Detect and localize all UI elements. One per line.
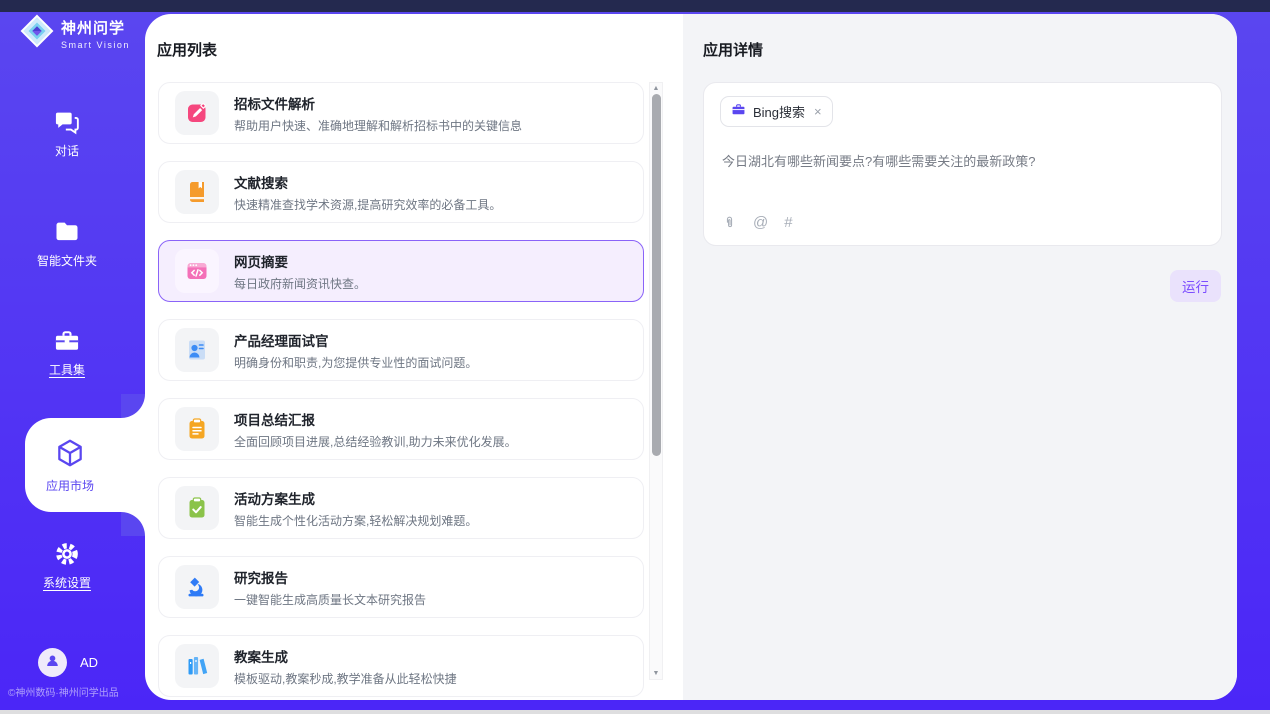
sidebar-item-system-settings[interactable]: 系统设置 — [17, 540, 117, 592]
microscope-icon — [175, 565, 219, 609]
user-row[interactable]: AD — [38, 648, 98, 677]
browser-code-icon — [175, 249, 219, 293]
active-bump-fillet-bottom — [121, 512, 145, 536]
app-description: 帮助用户快速、准确地理解和解析招标书中的关键信息 — [234, 117, 522, 134]
logo-diamond-icon — [20, 14, 54, 53]
sidebar-item-toolset[interactable]: 工具集 — [17, 327, 117, 379]
app-detail-title: 应用详情 — [703, 39, 763, 60]
sidebar-item-label: 应用市场 — [46, 477, 94, 494]
prompt-card[interactable]: Bing搜索 × 今日湖北有哪些新闻要点?有哪些需要关注的最新政策? @ # — [703, 82, 1222, 246]
app-list-scrollbar[interactable]: ▲ ▼ — [649, 82, 663, 680]
sidebar-item-label: 智能文件夹 — [37, 252, 97, 269]
app-description: 每日政府新闻资讯快查。 — [234, 275, 366, 292]
sidebar-item-app-market[interactable]: 应用市场 — [25, 418, 145, 512]
prompt-toolbar: @ # — [722, 213, 793, 232]
clipboard-check-icon — [175, 486, 219, 530]
app-card-texts: 项目总结汇报全面回顾项目进展,总结经验教训,助力未来优化发展。 — [234, 409, 517, 450]
paperclip-icon[interactable] — [722, 213, 737, 232]
cube-icon — [54, 437, 86, 474]
sidebar-item-label: 系统设置 — [43, 574, 91, 591]
clipboard-icon — [175, 407, 219, 451]
books-icon — [175, 644, 219, 688]
interview-icon — [175, 328, 219, 372]
app-card-texts: 文献搜索快速精准查找学术资源,提高研究效率的必备工具。 — [234, 172, 501, 213]
app-description: 模板驱动,教案秒成,教学准备从此轻松快捷 — [234, 670, 457, 687]
app-card[interactable]: 活动方案生成智能生成个性化活动方案,轻松解决规划难题。 — [158, 477, 644, 539]
app-card-texts: 招标文件解析帮助用户快速、准确地理解和解析招标书中的关键信息 — [234, 93, 522, 134]
folder-icon — [17, 218, 117, 248]
app-card-texts: 活动方案生成智能生成个性化活动方案,轻松解决规划难题。 — [234, 488, 477, 529]
edit-icon — [175, 91, 219, 135]
at-mention-icon[interactable]: @ — [753, 215, 768, 230]
app-list-title: 应用列表 — [157, 39, 217, 60]
chat-icon — [17, 108, 117, 138]
app-name: 招标文件解析 — [234, 93, 522, 113]
app-card-texts: 研究报告一键智能生成高质量长文本研究报告 — [234, 567, 426, 608]
app-card[interactable]: 产品经理面试官明确身份和职责,为您提供专业性的面试问题。 — [158, 319, 644, 381]
app-description: 全面回顾项目进展,总结经验教训,助力未来优化发展。 — [234, 433, 517, 450]
sidebar-item-label: 对话 — [55, 142, 79, 159]
scroll-up-arrow[interactable]: ▲ — [650, 85, 662, 92]
app-card-texts: 网页摘要每日政府新闻资讯快查。 — [234, 251, 366, 292]
brand-subtitle: Smart Vision — [61, 40, 130, 50]
person-icon — [44, 652, 61, 674]
sidebar-item-smart-folder[interactable]: 智能文件夹 — [17, 218, 117, 270]
app-root: 神州问学 Smart Vision 对话智能文件夹工具集应用市场系统设置 AD … — [0, 0, 1270, 714]
avatar[interactable] — [38, 648, 67, 677]
app-card-texts: 产品经理面试官明确身份和职责,为您提供专业性的面试问题。 — [234, 330, 477, 371]
hash-tag-icon[interactable]: # — [784, 215, 792, 230]
app-description: 一键智能生成高质量长文本研究报告 — [234, 591, 426, 608]
app-name: 网页摘要 — [234, 251, 366, 271]
scrollbar-thumb[interactable] — [652, 94, 661, 456]
sidebar-footer-text: ©神州数码·神州问学出品 — [8, 684, 143, 699]
app-description: 快速精准查找学术资源,提高研究效率的必备工具。 — [234, 196, 501, 213]
scroll-down-arrow[interactable]: ▼ — [650, 670, 662, 677]
briefcase-icon — [731, 102, 746, 122]
gear-icon — [17, 540, 117, 570]
app-description: 智能生成个性化活动方案,轻松解决规划难题。 — [234, 512, 477, 529]
app-name: 研究报告 — [234, 567, 426, 587]
app-card[interactable]: 项目总结汇报全面回顾项目进展,总结经验教训,助力未来优化发展。 — [158, 398, 644, 460]
app-card[interactable]: 网页摘要每日政府新闻资讯快查。 — [158, 240, 644, 302]
toolbox-icon — [17, 327, 117, 357]
app-name: 产品经理面试官 — [234, 330, 477, 350]
tool-tag-bing-search[interactable]: Bing搜索 × — [720, 96, 833, 127]
sidebar-item-chat[interactable]: 对话 — [17, 108, 117, 160]
run-button[interactable]: 运行 — [1170, 270, 1221, 302]
prompt-input[interactable]: 今日湖北有哪些新闻要点?有哪些需要关注的最新政策? — [722, 151, 1202, 170]
sidebar-item-label: 工具集 — [49, 361, 85, 378]
app-detail-panel: 应用详情 Bing搜索 × 今日湖北有哪些新闻要点?有哪些需要关注的最新政策? … — [683, 14, 1237, 700]
bottom-frame-strip — [0, 710, 1270, 714]
app-card[interactable]: 研究报告一键智能生成高质量长文本研究报告 — [158, 556, 644, 618]
app-card[interactable]: 文献搜索快速精准查找学术资源,提高研究效率的必备工具。 — [158, 161, 644, 223]
app-name: 文献搜索 — [234, 172, 501, 192]
app-description: 明确身份和职责,为您提供专业性的面试问题。 — [234, 354, 477, 371]
app-name: 活动方案生成 — [234, 488, 477, 508]
app-list: 招标文件解析帮助用户快速、准确地理解和解析招标书中的关键信息文献搜索快速精准查找… — [158, 82, 646, 697]
active-bump-fillet-top — [121, 394, 145, 418]
app-name: 项目总结汇报 — [234, 409, 517, 429]
book-icon — [175, 170, 219, 214]
brand-logo: 神州问学 Smart Vision — [20, 14, 130, 53]
app-name: 教案生成 — [234, 646, 457, 666]
user-name: AD — [80, 655, 98, 670]
app-card[interactable]: 教案生成模板驱动,教案秒成,教学准备从此轻松快捷 — [158, 635, 644, 697]
brand-name: 神州问学 — [61, 17, 130, 38]
tool-tag-label: Bing搜索 — [753, 102, 805, 121]
app-card-texts: 教案生成模板驱动,教案秒成,教学准备从此轻松快捷 — [234, 646, 457, 687]
tool-tag-close-icon[interactable]: × — [814, 104, 822, 119]
top-frame-strip — [0, 0, 1270, 12]
app-card[interactable]: 招标文件解析帮助用户快速、准确地理解和解析招标书中的关键信息 — [158, 82, 644, 144]
